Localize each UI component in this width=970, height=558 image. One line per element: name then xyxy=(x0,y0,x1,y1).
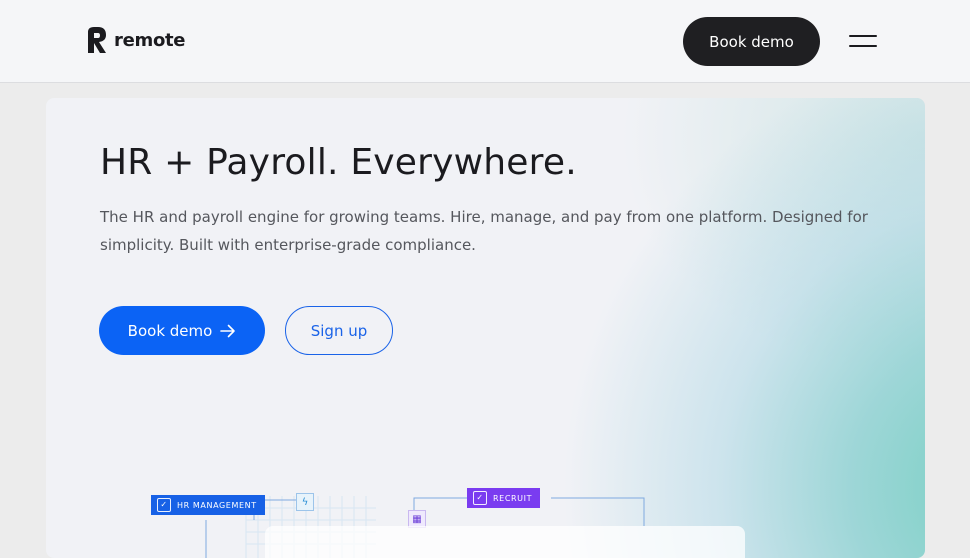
hero-title: HR + Payroll. Everywhere. xyxy=(100,142,577,183)
hero-section: HR + Payroll. Everywhere. The HR and pay… xyxy=(46,98,925,558)
sign-up-button[interactable]: Sign up xyxy=(285,306,393,355)
remote-logo-icon xyxy=(88,27,106,53)
product-diagram: ✓ HR MANAGEMENT ✓ RECRUIT ϟ ▦ xyxy=(46,478,925,558)
preview-card xyxy=(265,526,745,558)
site-header: remote Book demo xyxy=(0,0,970,83)
header-book-demo-button[interactable]: Book demo xyxy=(683,17,820,66)
hr-management-chip: ✓ HR MANAGEMENT xyxy=(151,495,265,515)
book-demo-button[interactable]: Book demo xyxy=(99,306,265,355)
hr-management-label: HR MANAGEMENT xyxy=(177,500,257,510)
menu-line xyxy=(849,45,877,47)
book-demo-label: Book demo xyxy=(127,321,213,340)
menu-line xyxy=(849,35,877,37)
check-icon: ✓ xyxy=(157,498,171,512)
check-icon: ✓ xyxy=(473,491,487,505)
lightning-icon: ϟ xyxy=(296,493,314,511)
arrow-right-icon xyxy=(220,324,236,337)
hero-subtitle: The HR and payroll engine for growing te… xyxy=(100,208,868,254)
recruit-label: RECRUIT xyxy=(493,493,533,503)
logo-text: remote xyxy=(114,29,186,51)
remote-logo[interactable]: remote xyxy=(86,25,186,55)
recruit-chip: ✓ RECRUIT xyxy=(467,488,541,508)
hamburger-menu-icon[interactable] xyxy=(849,30,879,54)
